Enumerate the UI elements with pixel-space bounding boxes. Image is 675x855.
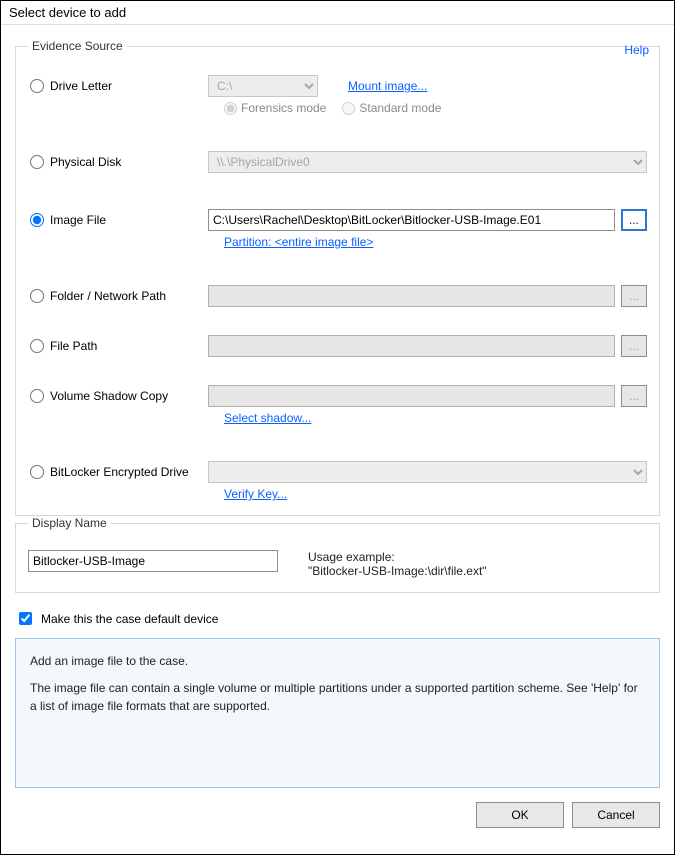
folder-path-input[interactable] bbox=[208, 285, 615, 307]
bitlocker-dropdown[interactable] bbox=[208, 461, 647, 483]
usage-example-label: Usage example: bbox=[308, 550, 487, 564]
label-physical-disk: Physical Disk bbox=[50, 155, 121, 169]
select-shadow-link[interactable]: Select shadow... bbox=[224, 411, 311, 425]
row-physical-disk: Physical Disk \\.\PhysicalDrive0 bbox=[28, 151, 647, 173]
verify-key-link[interactable]: Verify Key... bbox=[224, 487, 287, 501]
info-line2: The image file can contain a single volu… bbox=[30, 680, 645, 715]
vsc-browse-button: ... bbox=[621, 385, 647, 407]
row-folder-path: Folder / Network Path ... bbox=[28, 285, 647, 307]
cancel-button[interactable]: Cancel bbox=[572, 802, 660, 828]
label-standard-mode: Standard mode bbox=[359, 101, 441, 115]
row-bitlocker: BitLocker Encrypted Drive bbox=[28, 461, 647, 483]
label-file-path: File Path bbox=[50, 339, 97, 353]
dialog-buttons: OK Cancel bbox=[15, 802, 660, 828]
display-name-legend: Display Name bbox=[28, 516, 111, 530]
make-default-label: Make this the case default device bbox=[41, 612, 218, 626]
row-image-file: Image File ... bbox=[28, 209, 647, 231]
help-link[interactable]: Help bbox=[624, 43, 649, 57]
file-path-browse-button: ... bbox=[621, 335, 647, 357]
evidence-source-legend: Evidence Source bbox=[28, 39, 127, 53]
radio-image-file[interactable] bbox=[30, 213, 44, 227]
label-bitlocker: BitLocker Encrypted Drive bbox=[50, 465, 189, 479]
label-vsc: Volume Shadow Copy bbox=[50, 389, 168, 403]
radio-folder-path[interactable] bbox=[30, 289, 44, 303]
label-image-file: Image File bbox=[50, 213, 106, 227]
file-path-input[interactable] bbox=[208, 335, 615, 357]
label-drive-letter: Drive Letter bbox=[50, 79, 112, 93]
label-folder-path: Folder / Network Path bbox=[50, 289, 166, 303]
row-file-path: File Path ... bbox=[28, 335, 647, 357]
drive-letter-dropdown[interactable]: C:\ bbox=[208, 75, 318, 97]
display-name-input[interactable] bbox=[28, 550, 278, 572]
radio-bitlocker[interactable] bbox=[30, 465, 44, 479]
dialog-content: Evidence Source Help Drive Letter C:\ Mo… bbox=[1, 25, 674, 854]
radio-physical-disk[interactable] bbox=[30, 155, 44, 169]
label-forensics-mode: Forensics mode bbox=[241, 101, 326, 115]
folder-path-browse-button: ... bbox=[621, 285, 647, 307]
radio-forensics-mode bbox=[224, 102, 237, 115]
partition-link[interactable]: Partition: <entire image file> bbox=[224, 235, 373, 249]
image-file-browse-button[interactable]: ... bbox=[621, 209, 647, 231]
evidence-source-group: Evidence Source Help Drive Letter C:\ Mo… bbox=[15, 39, 660, 516]
radio-standard-mode bbox=[342, 102, 355, 115]
dialog-title: Select device to add bbox=[1, 1, 674, 25]
radio-drive-letter[interactable] bbox=[30, 79, 44, 93]
info-panel: Add an image file to the case. The image… bbox=[15, 638, 660, 788]
row-drive-letter: Drive Letter C:\ Mount image... bbox=[28, 75, 647, 97]
dialog-window: Select device to add Evidence Source Hel… bbox=[0, 0, 675, 855]
make-default-checkbox-row[interactable]: Make this the case default device bbox=[15, 609, 660, 628]
ok-button[interactable]: OK bbox=[476, 802, 564, 828]
info-line1: Add an image file to the case. bbox=[30, 653, 645, 670]
make-default-checkbox[interactable] bbox=[19, 612, 32, 625]
radio-file-path[interactable] bbox=[30, 339, 44, 353]
radio-vsc[interactable] bbox=[30, 389, 44, 403]
display-name-group: Display Name Usage example: "Bitlocker-U… bbox=[15, 516, 660, 593]
physical-disk-dropdown[interactable]: \\.\PhysicalDrive0 bbox=[208, 151, 647, 173]
vsc-input[interactable] bbox=[208, 385, 615, 407]
drive-letter-modes: Forensics mode Standard mode bbox=[224, 101, 647, 115]
image-file-path-input[interactable] bbox=[208, 209, 615, 231]
mount-image-link[interactable]: Mount image... bbox=[348, 79, 427, 93]
usage-example-value: "Bitlocker-USB-Image:\dir\file.ext" bbox=[308, 564, 487, 578]
row-vsc: Volume Shadow Copy ... bbox=[28, 385, 647, 407]
